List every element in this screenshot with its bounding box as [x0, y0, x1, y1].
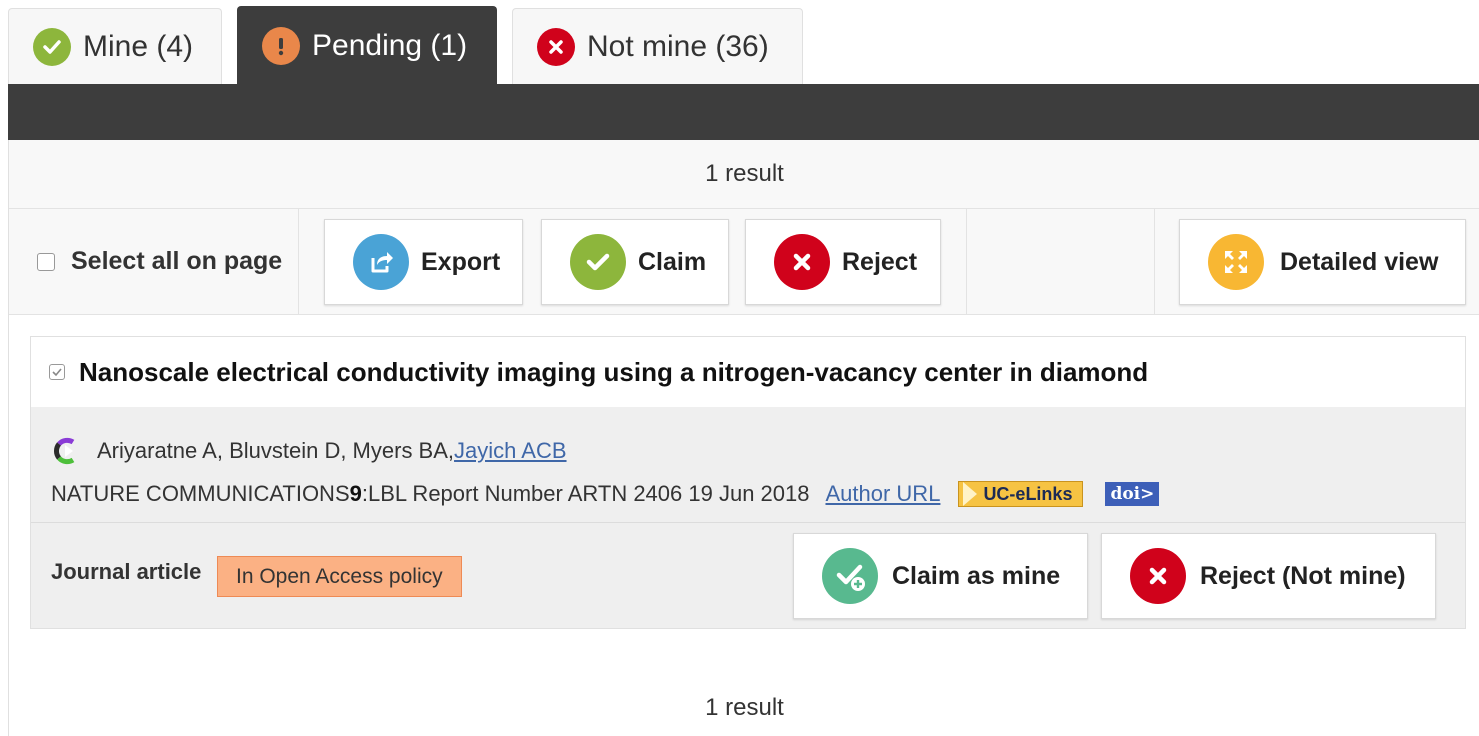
- authors-text: Ariyaratne A, Bluvstein D, Myers BA,: [97, 438, 455, 463]
- tab-mine-label: Mine (4): [83, 29, 194, 63]
- journal-volume: 9: [349, 481, 362, 506]
- x-circle-icon: [774, 234, 830, 290]
- result-count-top: 1 result: [9, 140, 1479, 209]
- select-all-control[interactable]: Select all on page: [9, 209, 299, 314]
- source-logo-icon: [54, 437, 75, 465]
- uc-elinks-arrow-icon: [963, 482, 978, 506]
- claim-button[interactable]: Claim: [541, 219, 729, 305]
- export-icon: [353, 234, 409, 290]
- check-circle-icon: [570, 234, 626, 290]
- journal-details: :LBL Report Number ARTN 2406 19 Jun 2018: [361, 481, 810, 506]
- reject-label: Reject: [842, 247, 918, 276]
- toolbar-divider: [966, 209, 967, 314]
- publication-footer: Journal article In Open Access policy Cl…: [31, 523, 1465, 628]
- toolbar-divider: [1154, 209, 1155, 314]
- expand-arrows-icon: [1208, 234, 1264, 290]
- tab-header-bar: [8, 84, 1479, 140]
- tab-mine[interactable]: Mine (4): [8, 8, 222, 84]
- reject-not-mine-button[interactable]: Reject (Not mine): [1101, 533, 1436, 619]
- uc-elinks-button[interactable]: UC-eLinks: [958, 481, 1084, 507]
- exclamation-circle-icon: [262, 26, 300, 65]
- author-link[interactable]: Jayich ACB: [454, 438, 567, 464]
- publication-type: Journal article: [51, 559, 202, 584]
- journal-name: NATURE COMMUNICATIONS: [51, 481, 350, 506]
- bulk-action-toolbar: Select all on page Export Claim Reject D…: [9, 209, 1479, 315]
- publication-checkbox[interactable]: [49, 364, 65, 380]
- doi-button[interactable]: doi>: [1105, 482, 1160, 506]
- results-panel: 1 result Select all on page Export Claim: [8, 140, 1479, 736]
- publication-journal: NATURE COMMUNICATIONS 9:LBL Report Numbe…: [51, 481, 1160, 507]
- reject-not-mine-label: Reject (Not mine): [1200, 561, 1406, 590]
- detailed-view-button[interactable]: Detailed view: [1179, 219, 1466, 305]
- x-circle-icon: [537, 27, 575, 66]
- author-url-link[interactable]: Author URL: [825, 481, 940, 507]
- export-label: Export: [421, 247, 501, 276]
- uc-elinks-label: UC-eLinks: [983, 483, 1073, 504]
- reject-button[interactable]: Reject: [745, 219, 941, 305]
- tab-pending[interactable]: Pending (1): [237, 6, 497, 84]
- tab-not-mine[interactable]: Not mine (36): [512, 8, 803, 84]
- claim-as-mine-label: Claim as mine: [892, 561, 1061, 590]
- claim-label: Claim: [638, 247, 707, 276]
- tab-not-mine-label: Not mine (36): [587, 29, 769, 63]
- tab-pending-label: Pending (1): [312, 28, 468, 62]
- select-all-checkbox[interactable]: [37, 252, 55, 271]
- open-access-badge: In Open Access policy: [217, 556, 462, 597]
- check-circle-icon: [33, 27, 71, 66]
- x-circle-icon: [1130, 548, 1186, 604]
- select-all-label: Select all on page: [71, 247, 283, 275]
- detailed-view-label: Detailed view: [1280, 247, 1439, 276]
- publication-title[interactable]: Nanoscale electrical conductivity imagin…: [79, 357, 1148, 388]
- publication-card: Nanoscale electrical conductivity imagin…: [30, 336, 1466, 629]
- export-button[interactable]: Export: [324, 219, 523, 305]
- publication-authors: Ariyaratne A, Bluvstein D, Myers BA, Jay…: [51, 435, 567, 467]
- publication-header: Nanoscale electrical conductivity imagin…: [31, 337, 1465, 407]
- publication-meta: Ariyaratne A, Bluvstein D, Myers BA, Jay…: [31, 407, 1465, 523]
- claim-as-mine-button[interactable]: Claim as mine: [793, 533, 1088, 619]
- check-plus-circle-icon: [822, 548, 878, 604]
- result-count-bottom: 1 result: [705, 694, 784, 721]
- tab-bar: Mine (4) Pending (1) Not mine (36): [0, 0, 1479, 84]
